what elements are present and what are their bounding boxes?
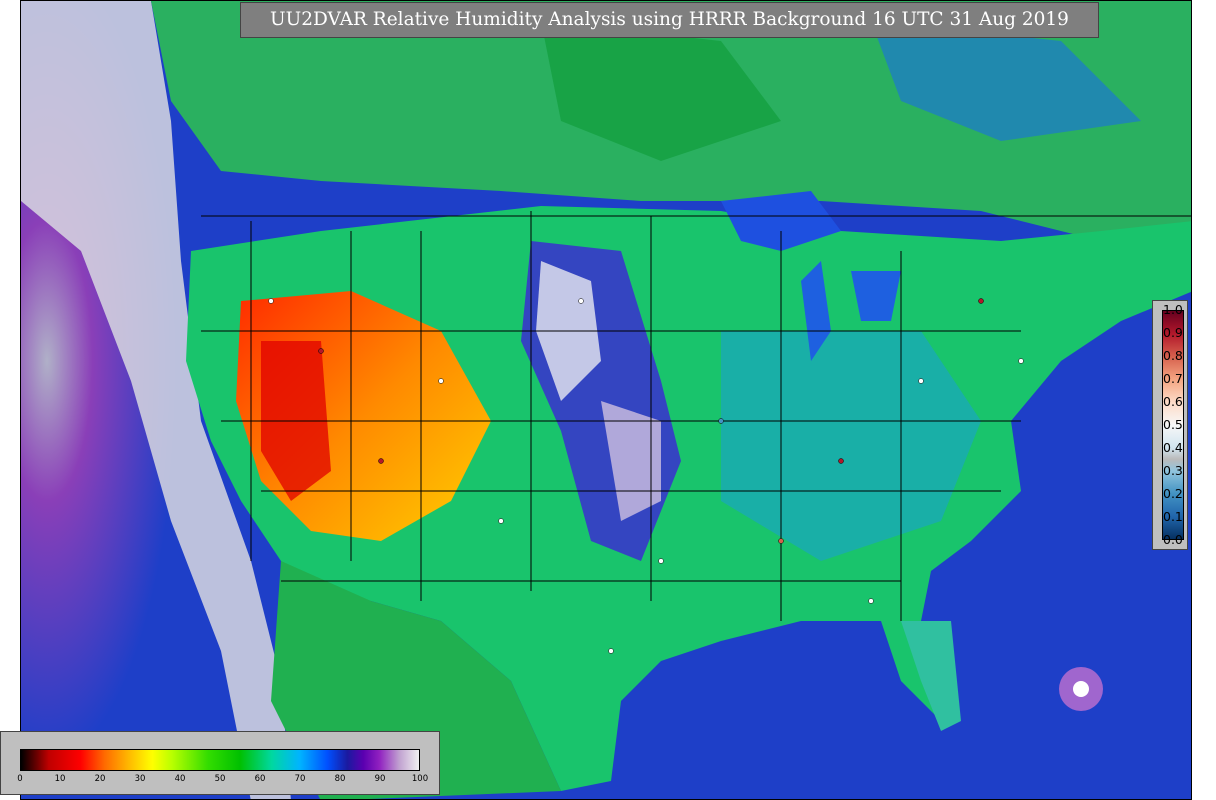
obs-legend-tick: 0.6 — [1163, 394, 1183, 409]
obs-legend-tick: 0.9 — [1163, 325, 1183, 340]
rh-colorbar-tick: 10 — [54, 774, 66, 784]
obs-legend-tick: 0.3 — [1163, 463, 1183, 478]
rh-colorbar-tick: 30 — [134, 774, 146, 784]
rh-colorbar-tick: 90 — [374, 774, 386, 784]
rh-colorbar — [20, 749, 420, 771]
rh-colorbar-tick: 0 — [17, 774, 23, 784]
rh-colorbar-tick: 70 — [294, 774, 306, 784]
obs-legend-tick: 0.4 — [1163, 440, 1183, 455]
obs-legend-tick: 0.1 — [1163, 509, 1183, 524]
obs-legend-tick: 1.0 — [1163, 302, 1183, 317]
rh-colorbar-tick: 20 — [94, 774, 106, 784]
obs-legend-tick: 0.8 — [1163, 348, 1183, 363]
obs-legend-tick: 0.2 — [1163, 486, 1183, 501]
map-graphic — [21, 1, 1191, 799]
relative-humidity-map — [20, 0, 1192, 800]
obs-legend-tick: 0.0 — [1163, 532, 1183, 547]
rh-colorbar-tick: 80 — [334, 774, 346, 784]
rh-colorbar-tick: 40 — [174, 774, 186, 784]
obs-legend-tick: 0.7 — [1163, 371, 1183, 386]
rh-colorbar-tick: 100 — [411, 774, 429, 784]
map-title: UU2DVAR Relative Humidity Analysis using… — [240, 2, 1099, 38]
obs-legend-tick: 0.5 — [1163, 417, 1183, 432]
rh-colorbar-tick: 50 — [214, 774, 226, 784]
rh-colorbar-tick: 60 — [254, 774, 266, 784]
